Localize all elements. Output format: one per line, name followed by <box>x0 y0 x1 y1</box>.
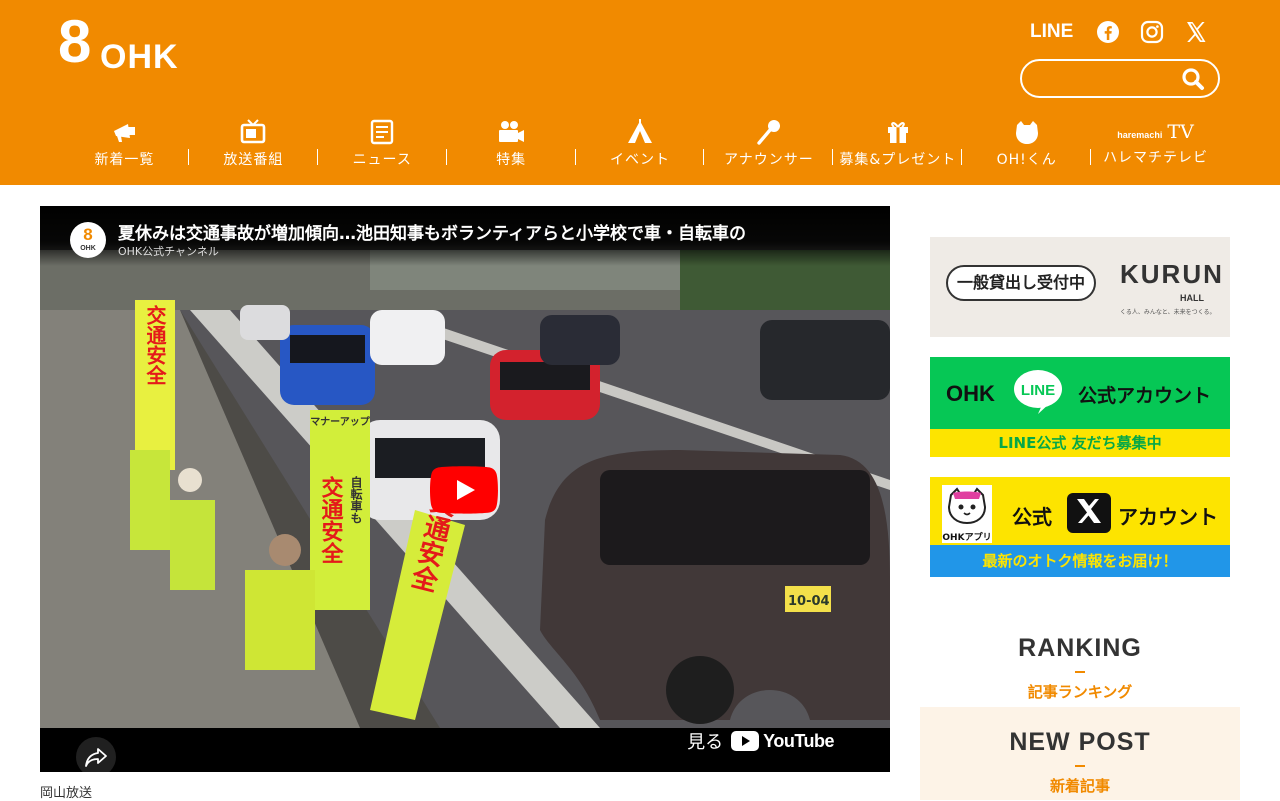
nav-label: 特集 <box>496 152 527 168</box>
newpost-subtitle: 新着記事 <box>1049 777 1110 795</box>
nav-label: ニュース <box>352 152 412 168</box>
svg-text:交通安全: 交通安全 <box>318 475 345 564</box>
play-button[interactable] <box>430 466 498 514</box>
nav-label: イベント <box>610 152 670 168</box>
video-title[interactable]: 夏休みは交通事故が増加傾向…池田知事もボランティアらと小学校で車・自転車の <box>118 219 878 244</box>
watch-on-youtube-button[interactable]: 見る YouTube <box>687 726 834 756</box>
svg-text:10-04: 10-04 <box>788 594 830 609</box>
x-account-banner[interactable]: OHKアプリ 公式 アカウント 最新のオトク情報をお届け！ <box>930 477 1230 577</box>
video-title-bar: 8 OHK 夏休みは交通事故が増加傾向…池田知事もボランティアらと小学校で車・自… <box>40 206 890 266</box>
nav-item-features[interactable]: 特集 <box>447 117 576 173</box>
nav-label: 放送番組 <box>223 152 284 168</box>
nav-label: 新着一覧 <box>94 152 155 168</box>
nav-item-programs[interactable]: 放送番組 <box>189 117 318 173</box>
line-logo-icon: LINE <box>1014 370 1062 414</box>
main-nav: 新着一覧 放送番組 ニュース 特集 イベント アナウンサー 募集&プレゼント O… <box>60 117 1220 173</box>
line-link[interactable]: LINE <box>1030 21 1076 43</box>
svg-text:自転車も: 自転車も <box>349 475 363 524</box>
cat-mascot-icon <box>947 487 987 525</box>
x-account-label: アカウント <box>1118 505 1218 529</box>
line-friend-strip: LINE公式 友だち募集中 <box>930 429 1230 457</box>
share-icon <box>85 748 107 767</box>
ranking-title: RANKING <box>1018 634 1142 662</box>
instagram-icon[interactable] <box>1140 20 1164 44</box>
video-channel-name[interactable]: OHK公式チャンネル <box>118 243 219 259</box>
ranking-section-heading: RANKING 記事ランキング <box>920 632 1240 708</box>
svg-text:LINE: LINE <box>1021 382 1055 399</box>
youtube-logo-icon <box>731 731 760 751</box>
youtube-wordmark: YouTube <box>763 730 834 751</box>
ranking-subtitle: 記事ランキング <box>1027 683 1133 701</box>
kurun-hall-label: HALL <box>1180 293 1204 303</box>
nav-item-haremachi-tv[interactable]: haremachi TV ハレマチテレビ <box>1091 117 1220 173</box>
svg-text:マナーアップ: マナーアップ <box>310 415 371 428</box>
nav-item-new[interactable]: 新着一覧 <box>60 117 189 173</box>
youtube-video-player[interactable]: 10-04 交通安全 マナーアップ 交通安全 自転車も 交通安全 8 OHK 夏… <box>40 206 890 772</box>
kurun-logo: KURUN <box>1120 259 1224 289</box>
nav-label: 募集&プレゼント <box>839 152 957 168</box>
site-header: 8 OHK LINE 新着一覧 放送番組 ニュース 特集 イベント アナウンサー… <box>0 0 1280 185</box>
nav-item-events[interactable]: イベント <box>576 117 705 173</box>
heading-dash <box>1075 671 1085 673</box>
svg-text:交通安全: 交通安全 <box>143 304 167 385</box>
haremachi-tv-logo: haremachi TV <box>1117 121 1194 143</box>
ohk-app-mascot: OHKアプリ <box>942 485 992 543</box>
nav-label: アナウンサー <box>724 152 814 168</box>
kurun-tagline: くる人、みんなと、未来をつくる。 <box>1120 309 1216 316</box>
newpost-title: NEW POST <box>1009 728 1151 756</box>
x-info-strip: 最新のオトク情報をお届け！ <box>930 545 1230 577</box>
search-icon[interactable] <box>1180 67 1208 91</box>
gift-icon <box>887 122 908 143</box>
tv-icon <box>241 119 266 144</box>
microphone-icon <box>757 120 780 145</box>
nav-item-presents[interactable]: 募集&プレゼント <box>833 117 963 173</box>
tent-icon <box>628 119 652 143</box>
kurun-hall-banner[interactable]: 一般貸出し受付中 KURUN HALL くる人、みんなと、未来をつくる。 <box>930 237 1230 337</box>
newpost-section-heading: NEW POST 新着記事 <box>920 707 1240 800</box>
nav-label: OH!くん <box>996 152 1057 168</box>
rental-bubble: 一般貸出し受付中 <box>946 265 1096 301</box>
logo-number: 8 <box>58 8 92 75</box>
watch-on-label: 見る <box>687 732 724 753</box>
nav-label: ハレマチテレビ <box>1103 150 1209 166</box>
line-banner-ohk: OHK <box>946 381 995 406</box>
ohk-logo[interactable]: 8 OHK <box>58 10 208 78</box>
line-account-banner[interactable]: OHK LINE 公式アカウント LINE公式 友だち募集中 <box>930 357 1230 457</box>
cat-icon <box>1015 121 1038 144</box>
news-icon <box>371 119 394 145</box>
x-icon[interactable] <box>1184 20 1208 44</box>
line-account-label: 公式アカウント <box>1078 385 1212 407</box>
megaphone-icon <box>114 124 136 142</box>
x-logo-icon <box>1067 493 1111 533</box>
search-box <box>1020 59 1220 98</box>
social-links: LINE <box>1030 14 1208 50</box>
nav-item-ohkun[interactable]: OH!くん <box>962 117 1092 173</box>
video-caption: 岡山放送 <box>40 786 93 801</box>
heading-dash <box>1075 765 1085 767</box>
channel-avatar[interactable]: 8 OHK <box>70 222 106 258</box>
facebook-icon[interactable] <box>1096 20 1120 44</box>
search-input[interactable] <box>1036 69 1176 89</box>
logo-text: OHK <box>100 38 179 76</box>
camera-icon <box>499 121 525 142</box>
x-official-label: 公式 <box>1012 505 1052 529</box>
share-button[interactable] <box>76 737 116 772</box>
nav-item-news[interactable]: ニュース <box>318 117 447 173</box>
nav-item-announcers[interactable]: アナウンサー <box>704 117 834 173</box>
